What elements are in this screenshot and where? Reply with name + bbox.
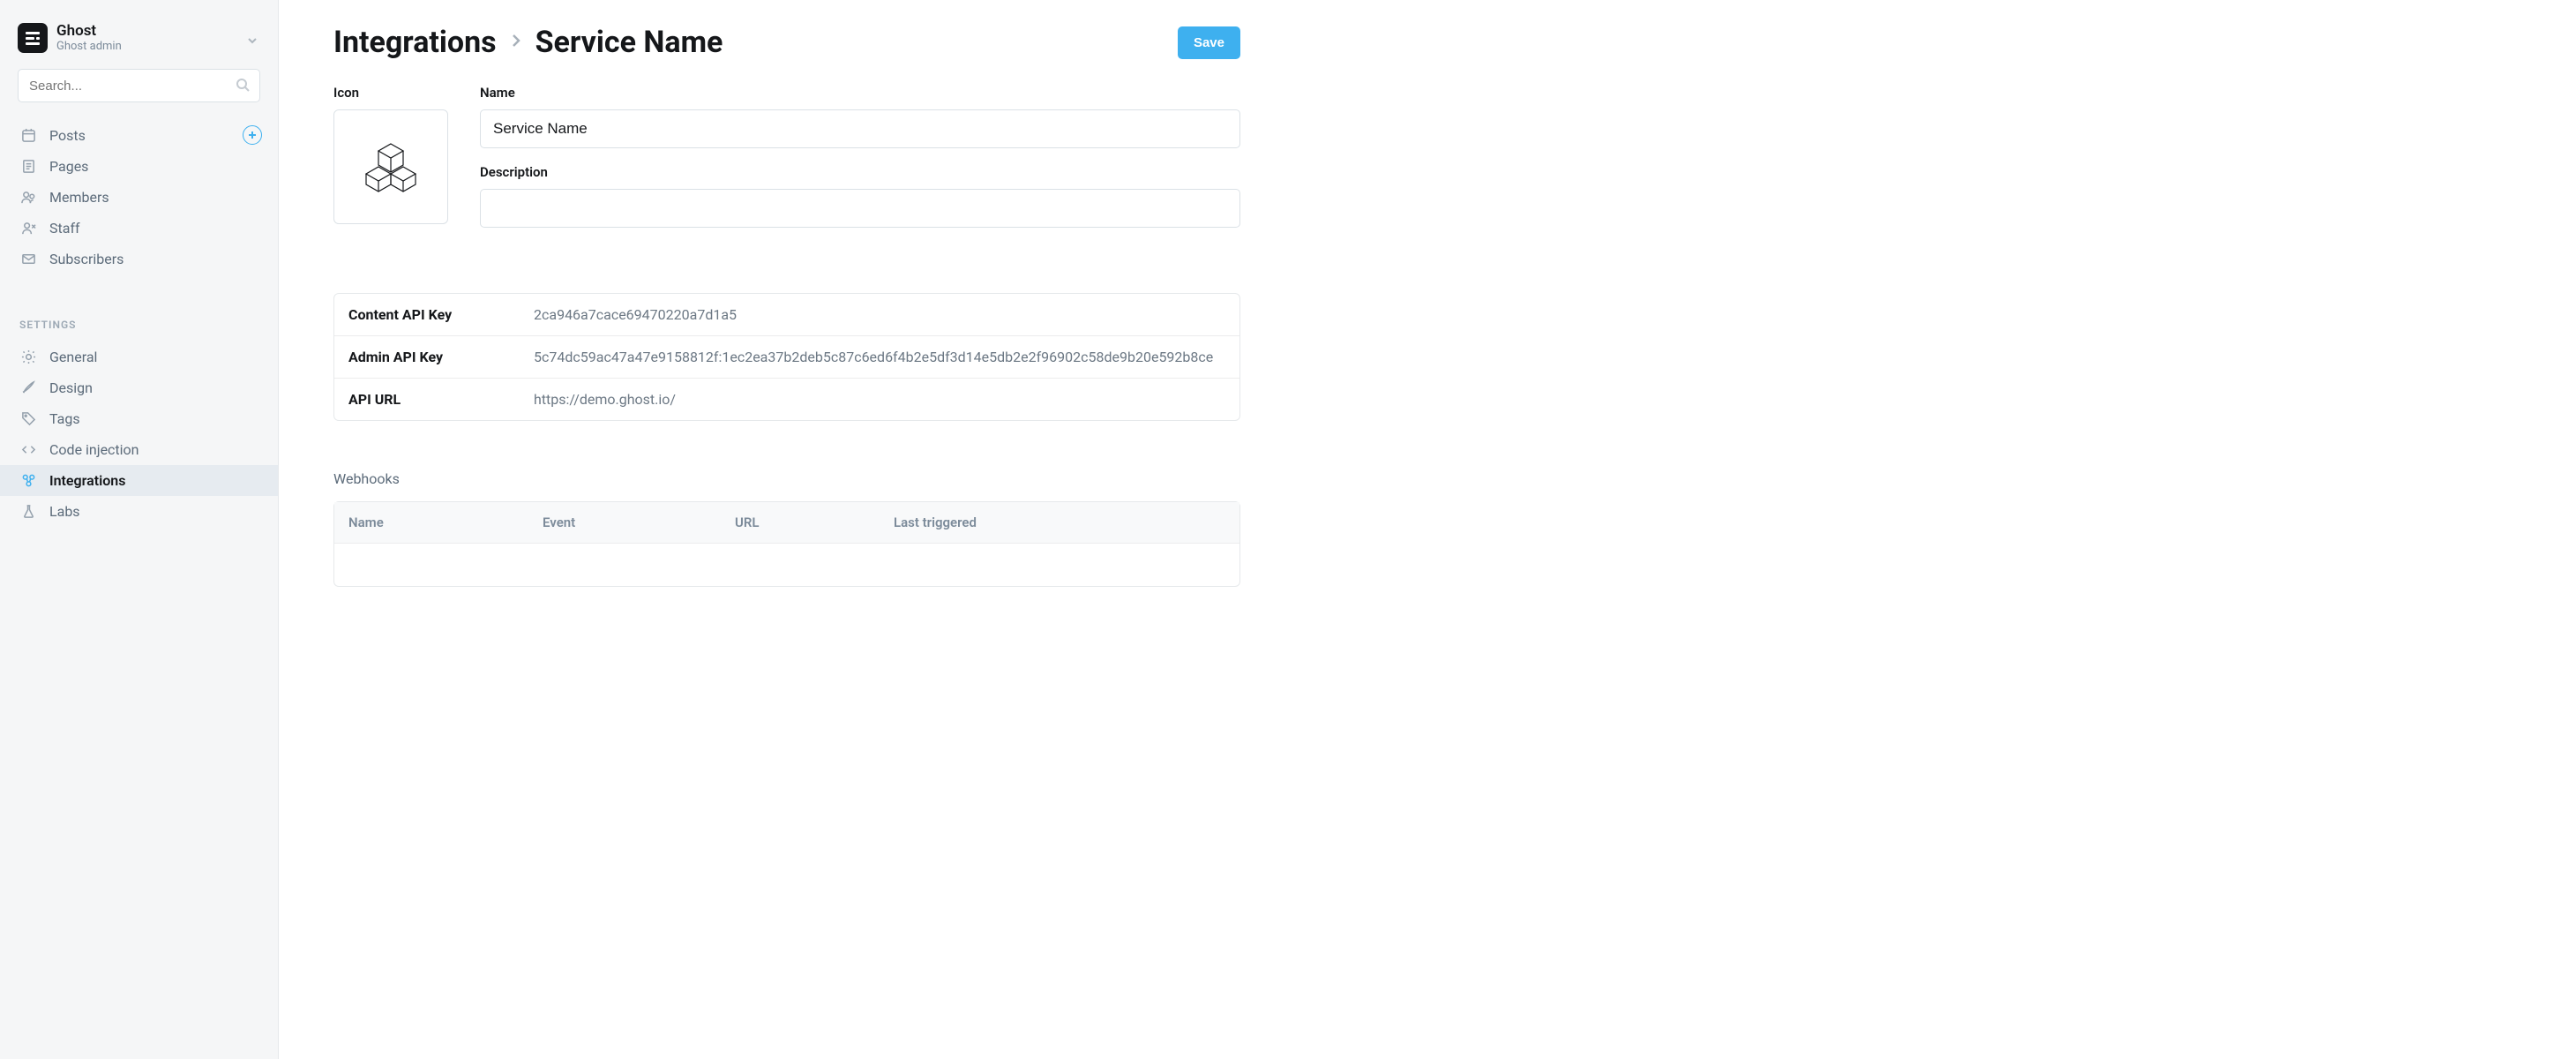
search-wrap [0,69,278,116]
tag-icon [19,411,37,426]
calendar-icon [19,128,37,143]
description-label: Description [480,164,1240,180]
sidebar-item-label: Members [49,189,109,206]
sidebar-item-design[interactable]: Design [0,372,278,403]
staff-icon [19,221,37,236]
brand-text: Ghost Ghost admin [56,23,122,53]
sidebar-item-labs[interactable]: Labs [0,496,278,527]
pages-icon [19,159,37,174]
code-icon [19,442,37,457]
members-icon [19,190,37,205]
boxes-icon [364,140,417,193]
sidebar-item-label: Code injection [49,441,139,458]
webhooks-col-last: Last triggered [894,514,1225,530]
main: Integrations Service Name Save Icon [279,0,2576,1059]
webhooks-col-event: Event [543,514,735,530]
page-header: Integrations Service Name Save [333,25,1240,60]
webhooks-heading: Webhooks [333,470,1240,487]
name-input[interactable] [480,109,1240,148]
breadcrumb: Integrations Service Name [333,25,723,60]
sidebar-item-members[interactable]: Members [0,182,278,213]
table-row[interactable]: API URL https://demo.ghost.io/ [334,379,1239,420]
save-button[interactable]: Save [1178,26,1240,59]
breadcrumb-root[interactable]: Integrations [333,25,497,60]
sidebar-item-label: Subscribers [49,251,124,267]
add-post-button[interactable] [243,125,262,145]
integration-icon [19,473,37,488]
brand-title: Ghost [56,23,122,41]
flask-icon [19,504,37,519]
brand-subtitle: Ghost admin [56,41,122,54]
nav-main: Posts Pages Members Staff Subscribers [0,116,278,278]
icon-label: Icon [333,85,448,101]
sidebar-item-label: General [49,349,97,365]
table-row[interactable]: Content API Key 2ca946a7cace69470220a7d1… [334,294,1239,336]
brush-icon [19,380,37,395]
integration-form: Icon [333,85,1240,244]
brand-logo [18,23,48,53]
api-row-label: API URL [348,391,534,408]
sidebar-item-pages[interactable]: Pages [0,151,278,182]
search-input[interactable] [18,69,260,102]
integration-icon-upload[interactable] [333,109,448,224]
sidebar-item-code-injection[interactable]: Code injection [0,434,278,465]
api-row-value: 2ca946a7cace69470220a7d1a5 [534,306,1225,323]
name-label: Name [480,85,1240,101]
sidebar-item-general[interactable]: General [0,342,278,372]
sidebar-item-subscribers[interactable]: Subscribers [0,244,278,274]
sidebar-item-label: Pages [49,158,88,175]
webhooks-header-row: Name Event URL Last triggered [334,502,1239,544]
sidebar-item-label: Posts [49,127,86,144]
sidebar-item-label: Design [49,379,93,396]
chevron-right-icon [507,32,525,53]
search-icon [236,78,250,95]
webhooks-col-name: Name [348,514,543,530]
sidebar-item-label: Integrations [49,472,125,489]
description-input[interactable] [480,189,1240,228]
api-row-value: https://demo.ghost.io/ [534,391,1225,408]
mail-icon [19,252,37,267]
api-row-value: 5c74dc59ac47a47e9158812f:1ec2ea37b2deb5c… [534,349,1225,365]
chevron-down-icon[interactable] [246,34,258,50]
api-row-label: Content API Key [348,306,534,323]
table-row[interactable]: Admin API Key 5c74dc59ac47a47e9158812f:1… [334,336,1239,379]
settings-heading: SETTINGS [0,278,278,338]
sidebar-item-label: Tags [49,410,80,427]
webhooks-table: Name Event URL Last triggered [333,501,1240,587]
sidebar-item-staff[interactable]: Staff [0,213,278,244]
sidebar-item-label: Labs [49,503,80,520]
sidebar-item-posts[interactable]: Posts [0,120,278,151]
api-row-label: Admin API Key [348,349,534,365]
api-keys-table: Content API Key 2ca946a7cace69470220a7d1… [333,293,1240,421]
gear-icon [19,349,37,364]
webhooks-body [334,544,1239,586]
sidebar-item-tags[interactable]: Tags [0,403,278,434]
sidebar-item-label: Staff [49,220,80,237]
sidebar: Ghost Ghost admin Posts Pages [0,0,279,1059]
webhooks-col-url: URL [735,514,894,530]
breadcrumb-leaf: Service Name [535,25,723,60]
sidebar-item-integrations[interactable]: Integrations [0,465,278,496]
nav-settings: General Design Tags Code injection Integ… [0,338,278,530]
sidebar-header[interactable]: Ghost Ghost admin [0,18,278,69]
